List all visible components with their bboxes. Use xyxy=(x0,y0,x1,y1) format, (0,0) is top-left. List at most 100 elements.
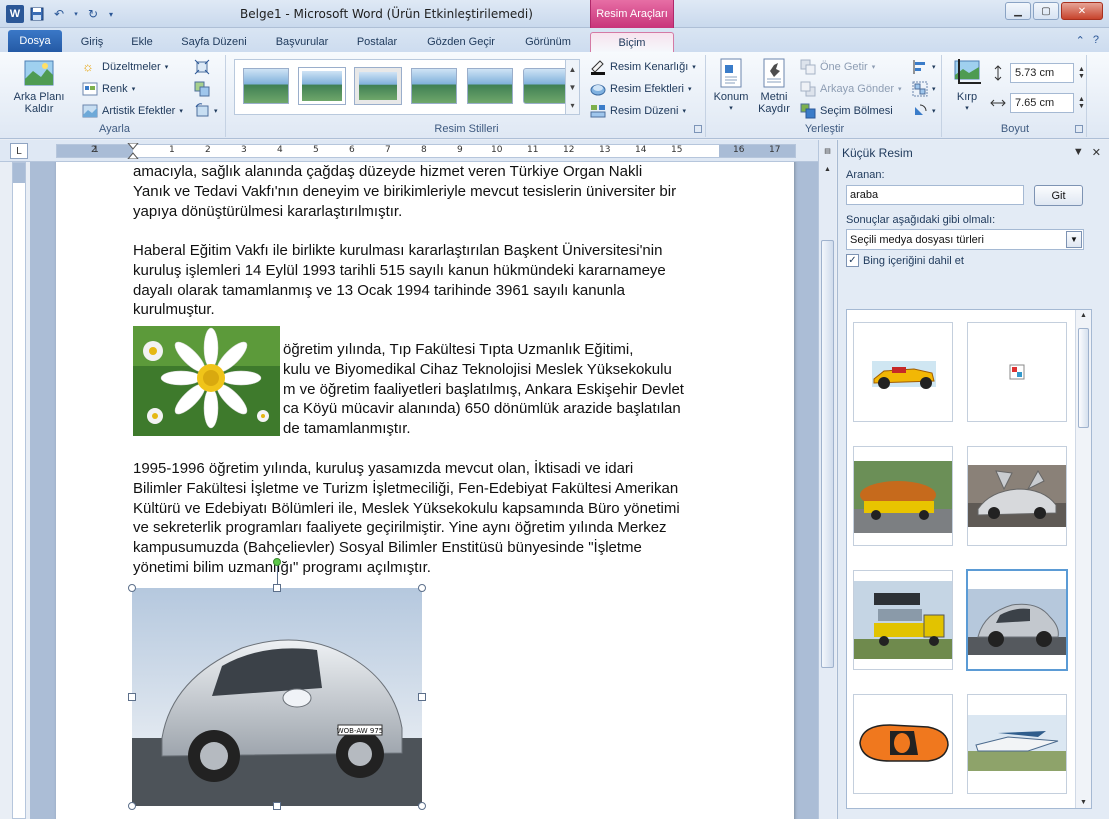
redo-icon[interactable]: ↻ xyxy=(84,5,102,23)
rotate-button[interactable]: ▾ xyxy=(912,101,936,121)
pane-options-icon[interactable]: ▼ xyxy=(1073,146,1084,159)
align-button[interactable]: ▾ xyxy=(912,57,936,77)
close-button[interactable]: ✕ xyxy=(1061,2,1103,20)
tab-view[interactable]: Görünüm xyxy=(514,32,582,52)
change-picture-button[interactable] xyxy=(194,79,210,99)
tab-home[interactable]: Giriş xyxy=(70,32,114,52)
wrap-text-button[interactable]: Metni Kaydır xyxy=(754,57,794,115)
send-backward-button[interactable]: Arkaya Gönder ▾ xyxy=(800,79,902,99)
scroll-up-icon[interactable]: ▲ xyxy=(821,162,834,176)
document-scrollbar[interactable]: ▤ ▲ xyxy=(818,140,836,819)
style-thumb-white-frame[interactable] xyxy=(299,68,345,104)
save-icon[interactable] xyxy=(28,5,46,23)
result-car-carrier-truck[interactable] xyxy=(853,570,953,670)
gallery-up-icon[interactable]: ▲ xyxy=(569,65,577,74)
rotate-handle[interactable] xyxy=(273,558,281,566)
compress-pictures-button[interactable] xyxy=(194,57,210,77)
car-image-selected[interactable]: WOB-AW 975 xyxy=(132,588,422,806)
indent-marker-icon[interactable] xyxy=(127,143,139,159)
bing-checkbox[interactable]: ✓ xyxy=(846,254,859,267)
resize-handle-e[interactable] xyxy=(418,693,426,701)
width-spin-arrows-icon[interactable]: ▲ ▼ xyxy=(1078,96,1085,110)
result-flying-car[interactable] xyxy=(967,694,1067,794)
picture-effects-button[interactable]: Resim Efektleri ▾ xyxy=(590,79,691,99)
selection-pane-button[interactable]: Seçim Bölmesi xyxy=(800,101,893,121)
bring-forward-button[interactable]: Öne Getir ▾ xyxy=(800,57,875,77)
size-launcher-icon[interactable] xyxy=(1075,125,1083,133)
tab-selector[interactable]: L xyxy=(10,143,28,159)
minimize-ribbon-icon[interactable]: ⌃ xyxy=(1076,34,1085,47)
document-page[interactable]: amacıyla, sağlık alanında çağdaş düzeyde… xyxy=(56,162,794,819)
result-beetle-car-selected[interactable] xyxy=(966,569,1068,671)
media-type-select[interactable]: Seçili medya dosyası türleri ▼ xyxy=(846,229,1084,250)
resize-handle-ne[interactable] xyxy=(418,584,426,592)
width-input[interactable] xyxy=(1010,93,1074,113)
paragraph-3[interactable]: öğretim yılında, Tıp Fakültesi Tıpta Uzm… xyxy=(283,340,743,439)
gallery-more-icon[interactable]: ▾ xyxy=(570,101,574,110)
maximize-button[interactable]: ▢ xyxy=(1033,2,1059,20)
tab-format[interactable]: Biçim xyxy=(590,32,674,52)
remove-background-button[interactable]: Arka Planı Kaldır xyxy=(8,57,70,115)
results-scroll-up-icon[interactable]: ▲ xyxy=(1080,312,1087,319)
help-icon[interactable]: ? xyxy=(1093,34,1099,47)
vertical-ruler[interactable] xyxy=(12,162,26,819)
resize-handle-se[interactable] xyxy=(418,802,426,810)
document-scroll-thumb[interactable] xyxy=(821,240,834,668)
picture-layout-button[interactable]: Resim Düzeni ▾ xyxy=(590,101,686,121)
customize-qat-icon[interactable]: ▾ xyxy=(106,5,116,23)
group-objects-button[interactable]: ▾ xyxy=(912,79,936,99)
width-spinner[interactable]: ▲▼ xyxy=(990,93,1085,113)
result-race-car[interactable] xyxy=(853,322,953,422)
paragraph-1[interactable]: amacıyla, sağlık alanında çağdaş düzeyde… xyxy=(133,162,723,221)
paragraph-4[interactable]: 1995-1996 öğretim yılında, kuruluş yasam… xyxy=(133,459,723,578)
position-button[interactable]: Konum ▾ xyxy=(710,57,752,115)
result-wiener-car[interactable] xyxy=(853,446,953,546)
ruler-toggle-icon[interactable]: ▤ xyxy=(821,144,834,158)
undo-dropdown-icon[interactable]: ▾ xyxy=(72,5,80,23)
resize-handle-n[interactable] xyxy=(273,584,281,592)
style-thumb-reflected[interactable] xyxy=(467,68,513,104)
reset-picture-button[interactable]: ▾ xyxy=(194,101,218,121)
search-input[interactable] xyxy=(846,185,1024,205)
gallery-scrollbar[interactable]: ▲ ▼ ▾ xyxy=(565,60,579,114)
results-scroll-down-icon[interactable]: ▼ xyxy=(1080,799,1087,806)
crop-button[interactable]: Kırp ▾ xyxy=(948,57,986,115)
undo-icon[interactable]: ↶ xyxy=(50,5,68,23)
tab-mailings[interactable]: Postalar xyxy=(346,32,408,52)
results-scroll-thumb[interactable] xyxy=(1078,328,1089,428)
resize-handle-s[interactable] xyxy=(273,802,281,810)
resize-handle-nw[interactable] xyxy=(128,584,136,592)
resize-handle-w[interactable] xyxy=(128,693,136,701)
horizontal-ruler[interactable]: 2 1 1 2 3 4 5 6 7 8 9 10 11 12 13 14 15 … xyxy=(56,143,796,159)
resize-handle-sw[interactable] xyxy=(128,802,136,810)
style-thumb-simple-frame[interactable] xyxy=(243,68,289,104)
tab-page-layout[interactable]: Sayfa Düzeni xyxy=(170,32,258,52)
tab-review[interactable]: Gözden Geçir xyxy=(416,32,506,52)
corrections-button[interactable]: ☼ Düzeltmeler ▾ xyxy=(82,57,168,77)
style-thumb-soft-edge[interactable] xyxy=(523,68,569,104)
style-thumb-bevel[interactable] xyxy=(411,68,457,104)
height-input[interactable] xyxy=(1010,63,1074,83)
paragraph-2[interactable]: Haberal Eğitim Vakfı ile birlikte kurulm… xyxy=(133,241,723,320)
tab-file[interactable]: Dosya xyxy=(8,30,62,52)
height-spin-arrows-icon[interactable]: ▲ ▼ xyxy=(1078,66,1085,80)
word-logo-icon[interactable]: W xyxy=(6,5,24,23)
chevron-down-icon[interactable]: ▼ xyxy=(1066,231,1082,248)
gallery-down-icon[interactable]: ▼ xyxy=(569,83,577,92)
picture-styles-launcher-icon[interactable] xyxy=(694,125,702,133)
minimize-button[interactable]: ▁ xyxy=(1005,2,1031,20)
result-broken-image[interactable] xyxy=(967,322,1067,422)
style-thumb-thick-frame[interactable] xyxy=(355,68,401,104)
bing-checkbox-row[interactable]: ✓ Bing içeriğini dahil et xyxy=(846,254,964,267)
height-spinner[interactable]: ▲▼ xyxy=(990,63,1085,83)
pane-close-icon[interactable]: ✕ xyxy=(1092,146,1101,159)
result-gullwing-car[interactable] xyxy=(967,446,1067,546)
color-button[interactable]: Renk ▾ xyxy=(82,79,135,99)
picture-styles-gallery[interactable]: ▲ ▼ ▾ xyxy=(234,59,580,115)
results-scrollbar[interactable]: ▲ ▼ xyxy=(1075,310,1091,808)
go-button[interactable]: Git xyxy=(1034,185,1083,206)
daisy-image[interactable] xyxy=(133,326,280,436)
picture-border-button[interactable]: Resim Kenarlığı ▾ xyxy=(590,57,696,77)
tab-references[interactable]: Başvurular xyxy=(266,32,338,52)
result-orange-car-topview[interactable] xyxy=(853,694,953,794)
